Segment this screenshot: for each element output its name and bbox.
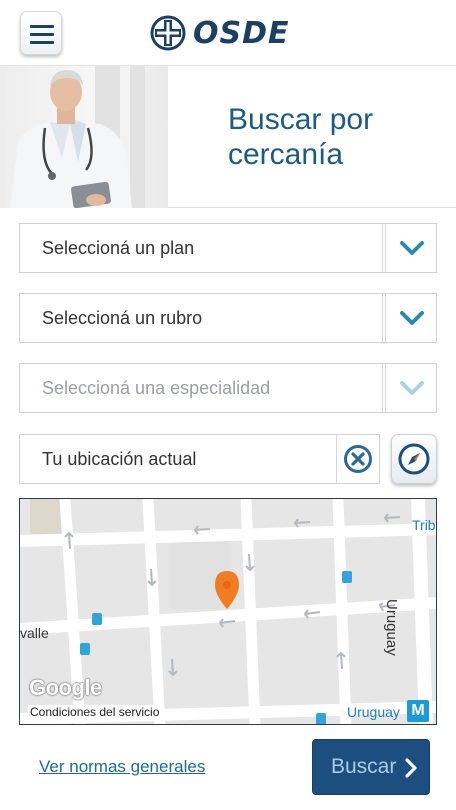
plan-select-label: Seleccioná un plan: [42, 238, 195, 258]
chevron-down-icon: [400, 311, 424, 325]
normas-generales-link[interactable]: Ver normas generales: [39, 757, 205, 777]
compass-icon: [398, 443, 430, 475]
map-view[interactable]: valle Trib Uruguay Google Condiciones de…: [19, 498, 437, 725]
hamburger-icon: [30, 25, 54, 28]
doctor-photo: [0, 66, 168, 208]
plan-select[interactable]: Seleccioná un plan: [19, 223, 437, 273]
rubro-select[interactable]: Seleccioná un rubro: [19, 293, 437, 343]
chevron-down-icon: [400, 381, 424, 395]
buscar-button-label: Buscar: [331, 755, 397, 778]
rubro-select-label: Seleccioná un rubro: [42, 308, 203, 328]
hero-banner: Buscar por cercanía: [0, 66, 456, 208]
map-terms-link[interactable]: Condiciones del servicio: [28, 705, 162, 719]
especialidad-select-label: Seleccioná una especialidad: [42, 378, 271, 398]
osde-logo-mark: [150, 15, 186, 51]
location-value: Tu ubicación actual: [42, 449, 197, 469]
especialidad-select[interactable]: Seleccioná una especialidad: [19, 363, 437, 413]
logo-text: OSDE: [193, 15, 290, 51]
page-title: Buscar por cercanía: [228, 103, 374, 171]
clear-circle-icon[interactable]: [343, 444, 373, 474]
locate-me-button[interactable]: [391, 434, 437, 484]
metro-icon: M: [407, 700, 429, 722]
metro-station-label: Uruguay: [347, 704, 400, 720]
buscar-button[interactable]: Buscar: [312, 739, 430, 795]
app-header: OSDE: [0, 0, 456, 66]
street-label-left: valle: [20, 625, 49, 641]
location-field[interactable]: Tu ubicación actual: [19, 434, 380, 484]
menu-button[interactable]: [20, 11, 62, 55]
osde-logo: OSDE: [150, 12, 290, 54]
street-label-right: Uruguay: [383, 599, 400, 656]
google-watermark: Google: [29, 675, 102, 700]
chevron-down-icon: [400, 241, 424, 255]
bottom-bar: Ver normas generales Buscar: [0, 725, 456, 810]
street-label-top-right: Trib: [412, 517, 436, 533]
chevron-right-icon: [405, 758, 417, 778]
